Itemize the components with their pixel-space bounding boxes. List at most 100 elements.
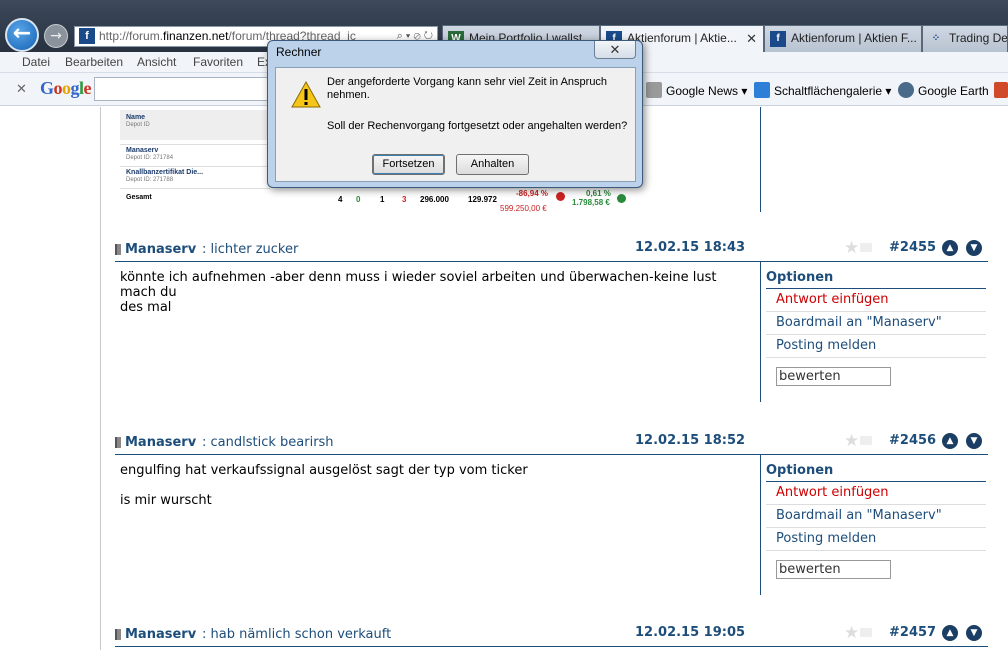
news-icon — [646, 82, 662, 98]
address-domain: finanzen.net — [163, 29, 229, 43]
tab-close-icon[interactable]: ✕ — [746, 26, 757, 51]
depot-row-name: Manaserv — [126, 147, 159, 154]
forum-post: Manaserv : hab nämlich schon verkauft 12… — [115, 623, 988, 649]
google-search-input[interactable] — [94, 77, 270, 101]
star-icon[interactable]: ★ — [844, 623, 859, 643]
forum-page: Name Depot ID Manaserv Depot ID: 271784 … — [0, 107, 1008, 650]
reply-link[interactable]: Antwort einfügen — [766, 482, 986, 505]
depot-row-sub: Depot ID: 271788 — [126, 177, 174, 183]
google-logo: Google — [40, 78, 92, 98]
dialog-title: Rechner — [276, 45, 322, 59]
globe-icon — [898, 82, 914, 98]
site-favicon-icon: f — [79, 28, 95, 44]
depot-row: Manaserv Depot ID: 271784 — [120, 144, 270, 166]
arrow-up-icon[interactable]: ▲ — [942, 433, 958, 449]
finanzen-favicon-icon: f — [770, 31, 786, 47]
post-date: 12.02.15 18:43 — [635, 240, 746, 255]
arrow-up-icon[interactable]: ▲ — [942, 240, 958, 256]
post-marker-icon — [115, 244, 121, 255]
depot-total-value: 3 — [402, 195, 407, 204]
star-icon[interactable]: ★ — [844, 431, 859, 451]
forward-button[interactable]: → — [44, 24, 68, 48]
google-news-button[interactable]: Google News ▾ — [646, 82, 747, 98]
arrow-down-icon[interactable]: ▼ — [966, 433, 982, 449]
schaltflaechengalerie-button[interactable]: Schaltflächengalerie ▾ — [754, 82, 891, 98]
post-number[interactable]: #2455 — [889, 240, 936, 255]
google-earth-button[interactable]: Google Earth — [898, 82, 989, 98]
rating-bar — [860, 436, 872, 445]
depot-total-value: 296.000 — [420, 195, 449, 204]
menu-datei[interactable]: Datei — [22, 55, 50, 69]
arrow-down-icon[interactable]: ▼ — [966, 625, 982, 641]
menu-ansicht[interactable]: Ansicht — [137, 55, 176, 69]
up-arrow-icon — [617, 194, 626, 203]
post-body: engulfing hat verkaufssignal ausgelöst s… — [120, 463, 528, 508]
arrow-down-icon[interactable]: ▼ — [966, 240, 982, 256]
depot-pct-negative: -86,94 % — [516, 189, 549, 198]
post-subject: : candlstick bearirsh — [202, 435, 334, 450]
menu-bearbeiten[interactable]: Bearbeiten — [65, 55, 123, 69]
post-number[interactable]: #2457 — [889, 625, 936, 640]
tab-label: Aktienforum | Aktie... — [627, 31, 737, 45]
depot-total-value: 1 — [380, 195, 385, 204]
options-divider — [760, 455, 761, 595]
rating-bar — [860, 243, 872, 252]
post-header: Manaserv : hab nämlich schon verkauft 12… — [115, 623, 988, 647]
address-prefix: http://forum. — [99, 29, 164, 43]
star-icon[interactable]: ★ — [844, 238, 859, 258]
arrow-up-icon[interactable]: ▲ — [942, 625, 958, 641]
post-header: Manaserv : candlstick bearirsh 12.02.15 … — [115, 431, 988, 455]
depot-total-row: Gesamt — [120, 188, 270, 206]
rating-input[interactable]: bewerten — [776, 367, 891, 386]
down-arrow-icon — [556, 192, 565, 201]
tab-trading[interactable]: ⁘ Trading Des — [922, 25, 1008, 52]
warning-icon — [291, 81, 321, 108]
depot-total-value: 4 — [338, 195, 343, 204]
rechner-dialog: Rechner ✕ Der angeforderte Vorgang kann … — [267, 40, 643, 188]
dialog-message: Der angeforderte Vorgang kann sehr viel … — [327, 76, 608, 101]
dialog-question: Soll der Rechenvorgang fortgesetzt oder … — [327, 120, 628, 132]
depot-amount-negative: 599.250,00 € — [500, 204, 547, 213]
depot-total-label: Gesamt — [126, 194, 152, 201]
gallery-label: Schaltflächengalerie — [774, 84, 883, 98]
forum-post: Manaserv : lichter zucker 12.02.15 18:43… — [115, 238, 988, 410]
continue-button[interactable]: Fortsetzen — [372, 154, 445, 175]
rating-bar — [860, 628, 872, 637]
toolbar-overflow-icon[interactable] — [994, 82, 1008, 98]
options-title: Optionen — [766, 270, 834, 285]
depot-row-name: Knallbanzertifikat Die... — [126, 169, 204, 176]
depot-total-value: 129.972 — [468, 195, 497, 204]
rating-input[interactable]: bewerten — [776, 560, 891, 579]
page-border — [100, 107, 101, 650]
tab-aktienforum[interactable]: f Aktienforum | Aktien F... — [764, 25, 922, 52]
report-link[interactable]: Posting melden — [766, 528, 986, 551]
post-author[interactable]: Manaserv — [125, 242, 196, 257]
report-link[interactable]: Posting melden — [766, 335, 986, 358]
boardmail-link[interactable]: Boardmail an "Manaserv" — [766, 505, 986, 528]
google-news-label: Google News — [666, 84, 739, 98]
depot-header-sub: Depot ID — [126, 122, 150, 128]
post-date: 12.02.15 19:05 — [635, 625, 746, 640]
depot-amount-positive: 1.798,58 € — [572, 198, 610, 207]
toolbar-close-icon[interactable]: ✕ — [16, 81, 27, 97]
post-author[interactable]: Manaserv — [125, 627, 196, 642]
post-marker-icon — [115, 629, 121, 640]
options-divider — [760, 262, 761, 402]
tab-label: Trading Des — [949, 31, 1008, 45]
post-number[interactable]: #2456 — [889, 433, 936, 448]
post-body: könnte ich aufnehmen -aber denn muss i w… — [120, 270, 717, 315]
post-author[interactable]: Manaserv — [125, 435, 196, 450]
menu-favoriten[interactable]: Favoriten — [193, 55, 243, 69]
depot-header-name: Name — [126, 114, 146, 121]
reply-link[interactable]: Antwort einfügen — [766, 289, 986, 312]
post-subject: : lichter zucker — [202, 242, 299, 257]
boardmail-link[interactable]: Boardmail an "Manaserv" — [766, 312, 986, 335]
post-subject: : hab nämlich schon verkauft — [202, 627, 392, 642]
depot-row-sub: Depot ID: 271784 — [126, 155, 174, 161]
gallery-icon — [754, 82, 770, 98]
google-earth-label: Google Earth — [918, 84, 989, 98]
tab-label: Aktienforum | Aktien F... — [791, 31, 917, 45]
back-button[interactable]: ← — [5, 18, 39, 52]
stop-button[interactable]: Anhalten — [456, 154, 529, 175]
dialog-close-button[interactable]: ✕ — [594, 41, 636, 59]
